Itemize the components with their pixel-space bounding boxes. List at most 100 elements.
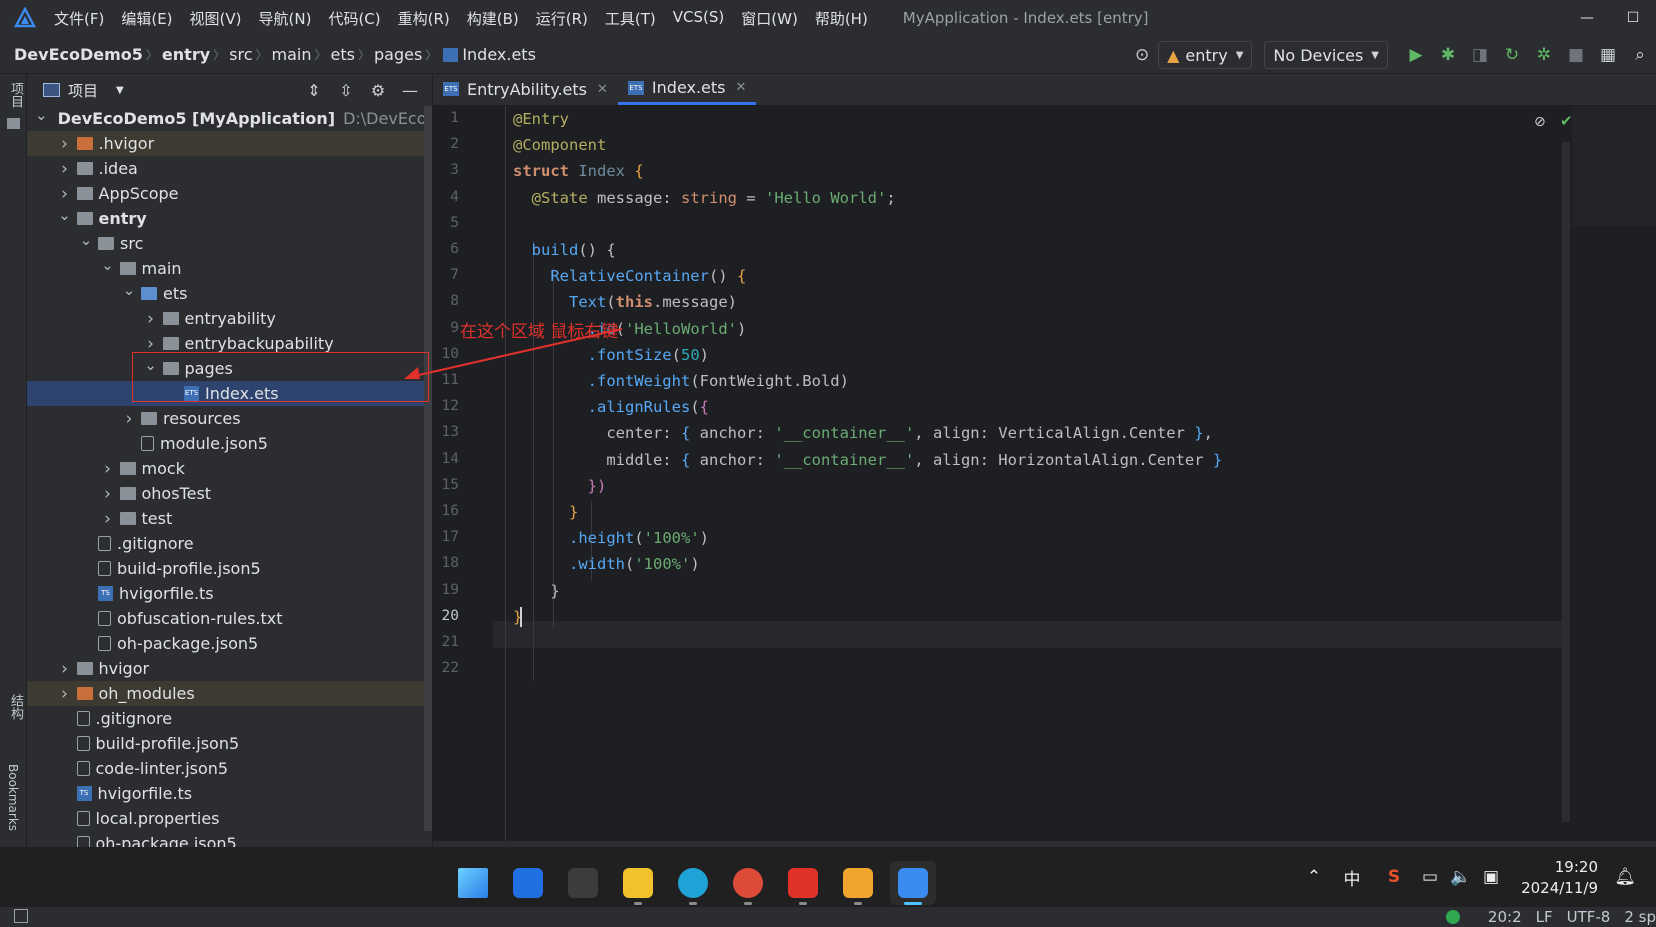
- code-line[interactable]: RelativeContainer() {: [513, 263, 746, 290]
- code-editor[interactable]: 1 2 3 4 5 6 7 8 9 10 11 12 13 14 15 16 17 18 19 20 21 22 @Ent…: [433, 106, 1656, 841]
- tree-row[interactable]: obfuscation-rules.txt: [27, 606, 432, 631]
- bookmarks-tool-label[interactable]: Bookmarks: [6, 764, 20, 831]
- device-selector[interactable]: No Devices ▼: [1264, 41, 1388, 69]
- code-line[interactable]: @Component: [513, 132, 606, 159]
- chevron-right-icon[interactable]: ›: [57, 159, 73, 179]
- tool-window-toggle-icon[interactable]: [14, 909, 28, 923]
- code-line[interactable]: build() {: [513, 237, 616, 264]
- structure-tool-label[interactable]: 结构: [6, 694, 25, 720]
- project-tool-label[interactable]: 项目: [6, 82, 25, 108]
- stop-icon[interactable]: ■: [1560, 45, 1592, 65]
- expand-all-icon[interactable]: ⇕: [298, 81, 330, 100]
- editor-tab[interactable]: ETS EntryAbility.ets ✕: [433, 73, 618, 105]
- run-icon[interactable]: ▶: [1400, 45, 1432, 65]
- target-icon[interactable]: ⊙: [1126, 45, 1158, 65]
- battery-icon[interactable]: ▣: [1476, 867, 1506, 887]
- minimize-icon[interactable]: —: [1564, 10, 1610, 26]
- menu-item[interactable]: 工具(T): [605, 8, 656, 29]
- chevron-right-icon[interactable]: ›: [100, 459, 116, 479]
- tree-row[interactable]: › .idea: [27, 156, 432, 181]
- chevron-right-icon[interactable]: ›: [100, 484, 116, 504]
- tree-row[interactable]: ⌄ entry: [27, 206, 432, 231]
- tree-row[interactable]: ⌄ ets: [27, 281, 432, 306]
- line-separator[interactable]: LF: [1536, 908, 1553, 926]
- project-panel-title[interactable]: 项目: [68, 80, 98, 101]
- tree-row[interactable]: ⌄ main: [27, 256, 432, 281]
- breadcrumb-item[interactable]: Index.ets: [462, 45, 536, 64]
- terminal-taskbar-icon[interactable]: [560, 861, 606, 905]
- start-taskbar-icon[interactable]: [450, 861, 496, 905]
- menu-item[interactable]: 代码(C): [328, 8, 380, 29]
- chevron-down-icon[interactable]: ⌄: [35, 106, 48, 124]
- caret-position[interactable]: 20:2: [1488, 908, 1522, 926]
- reader-mode-icon[interactable]: ⊘: [1534, 114, 1546, 130]
- taskbar-clock[interactable]: 19:20 2024/11/9: [1521, 857, 1598, 899]
- code-line[interactable]: middle: { anchor: '__container__', align…: [513, 447, 1222, 474]
- editor-tab[interactable]: ETS Index.ets ✕: [617, 73, 757, 105]
- folder-icon[interactable]: [7, 118, 20, 129]
- tree-row[interactable]: oh-package.json5: [27, 631, 432, 656]
- code-line[interactable]: }: [513, 499, 578, 526]
- rerun-icon[interactable]: ↻: [1496, 45, 1528, 65]
- chevron-right-icon[interactable]: ›: [57, 184, 73, 204]
- editor-scrollbar[interactable]: [1562, 142, 1570, 822]
- tree-row[interactable]: › entryability: [27, 306, 432, 331]
- menu-item[interactable]: 重构(R): [398, 8, 450, 29]
- code-line[interactable]: }: [513, 578, 559, 605]
- menu-item[interactable]: 构建(B): [467, 8, 519, 29]
- code-line[interactable]: }): [513, 473, 607, 500]
- menu-item[interactable]: 文件(F): [54, 8, 104, 29]
- chevron-right-icon[interactable]: ›: [121, 409, 137, 429]
- breadcrumb-item[interactable]: src: [229, 45, 252, 64]
- code-line[interactable]: }: [513, 604, 523, 631]
- chevron-right-icon[interactable]: ›: [57, 659, 73, 679]
- security-taskbar-icon[interactable]: [505, 861, 551, 905]
- chevron-down-icon[interactable]: ▼: [116, 85, 124, 96]
- tree-row[interactable]: › test: [27, 506, 432, 531]
- network-icon[interactable]: ▭: [1414, 867, 1446, 887]
- tree-row[interactable]: build-profile.json5: [27, 731, 432, 756]
- volume-icon[interactable]: 🔈: [1446, 867, 1476, 887]
- chevron-right-icon[interactable]: ›: [57, 134, 73, 154]
- chevron-down-icon[interactable]: ⌄: [100, 256, 116, 274]
- menu-item[interactable]: 编辑(E): [121, 8, 172, 29]
- tree-row[interactable]: › AppScope: [27, 181, 432, 206]
- notification-bell-icon[interactable]: 🔔︎: [1614, 867, 1636, 887]
- tree-row[interactable]: › mock: [27, 456, 432, 481]
- breadcrumb-item[interactable]: main: [272, 45, 312, 64]
- code-line[interactable]: @Entry: [513, 106, 569, 133]
- menu-item[interactable]: VCS(S): [673, 8, 724, 29]
- attach-debugger-icon[interactable]: ◨: [1464, 45, 1496, 65]
- chevron-down-icon[interactable]: ⌄: [78, 231, 94, 249]
- chevron-down-icon[interactable]: ⌄: [121, 281, 137, 299]
- close-icon[interactable]: ✕: [736, 80, 747, 95]
- module-selector[interactable]: ▲ entry ▼: [1158, 41, 1253, 69]
- breadcrumb-item[interactable]: pages: [374, 45, 422, 64]
- indent-setting[interactable]: 2 sp: [1624, 908, 1656, 926]
- tree-row[interactable]: › resources: [27, 406, 432, 431]
- maximize-icon[interactable]: ☐: [1610, 10, 1656, 26]
- tree-row[interactable]: › ohosTest: [27, 481, 432, 506]
- code-line[interactable]: Text(this.message): [513, 289, 737, 316]
- file-explorer-taskbar-icon[interactable]: [615, 861, 661, 905]
- collapse-all-icon[interactable]: ⇳: [330, 81, 362, 100]
- netease-music-taskbar-icon[interactable]: [780, 861, 826, 905]
- code-line[interactable]: .alignRules({: [513, 394, 709, 421]
- deveco-studio-taskbar-icon[interactable]: [890, 861, 936, 905]
- debug-icon[interactable]: ✱: [1432, 45, 1464, 65]
- search-icon[interactable]: ⌕: [1624, 45, 1656, 65]
- code-line[interactable]: .height('100%'): [513, 525, 709, 552]
- menu-item[interactable]: 窗口(W): [741, 8, 798, 29]
- edge-taskbar-icon[interactable]: [670, 861, 716, 905]
- tree-row[interactable]: TS hvigorfile.ts: [27, 581, 432, 606]
- close-icon[interactable]: ✕: [597, 82, 608, 97]
- gear-icon[interactable]: ⚙: [362, 81, 394, 100]
- tree-row[interactable]: .gitignore: [27, 706, 432, 731]
- tree-row[interactable]: ⌄ src: [27, 231, 432, 256]
- chevron-right-icon[interactable]: ›: [57, 684, 73, 704]
- tree-row[interactable]: build-profile.json5: [27, 556, 432, 581]
- breadcrumb-item[interactable]: ets: [331, 45, 355, 64]
- chevron-up-icon[interactable]: ⌃: [1298, 867, 1330, 887]
- menu-item[interactable]: 运行(R): [536, 8, 588, 29]
- tree-row[interactable]: ⌄ DevEcoDemo5 [MyApplication] D:\DevEcoDem: [27, 106, 432, 131]
